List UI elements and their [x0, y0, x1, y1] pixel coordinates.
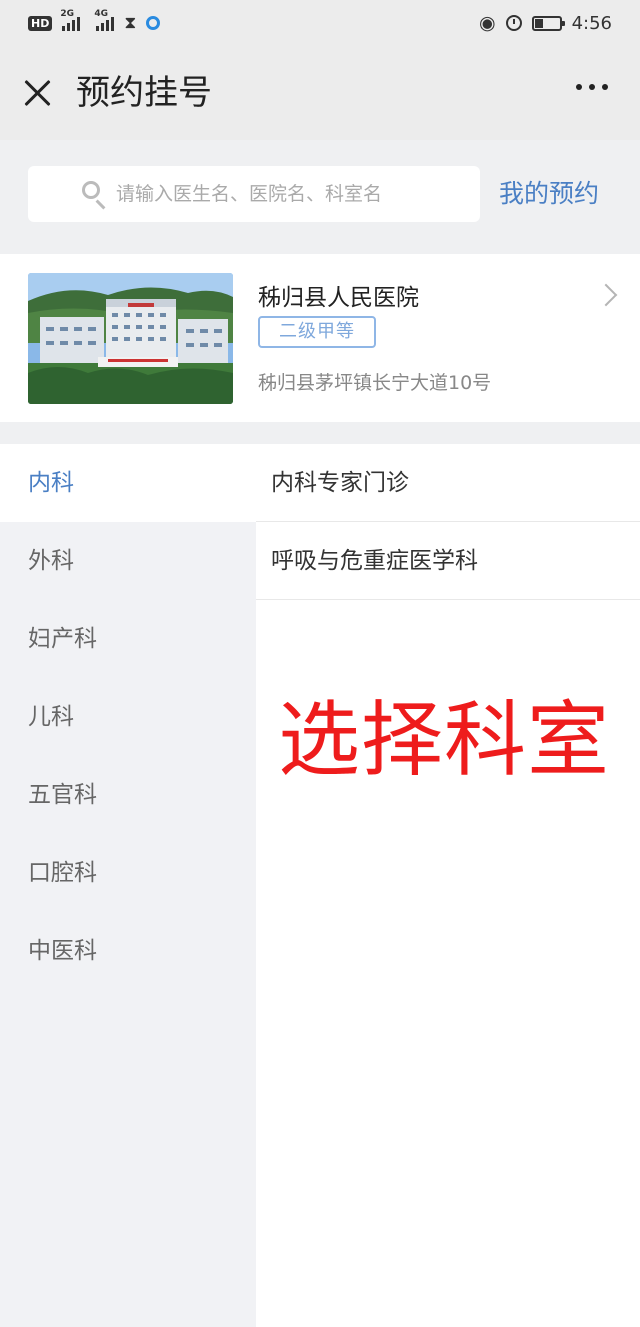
- my-appointments-link[interactable]: 我的预约: [499, 166, 599, 222]
- status-bar: HD 2G 4G ⧗ ◉ 4:56: [0, 0, 640, 46]
- category-item-internal-medicine[interactable]: 内科: [0, 444, 256, 522]
- hospital-photo: [28, 273, 233, 404]
- search-input[interactable]: 请输入医生名、医院名、科室名: [28, 166, 480, 222]
- category-item-obstetrics[interactable]: 妇产科: [0, 600, 256, 678]
- eye-icon: ◉: [478, 12, 496, 34]
- hospital-card[interactable]: 秭归县人民医院 二级甲等 秭归县茅坪镇长宁大道10号: [0, 254, 640, 422]
- search-area: 请输入医生名、医院名、科室名 我的预约: [0, 140, 640, 254]
- sub-department-list: 内科专家门诊 呼吸与危重症医学科: [256, 444, 640, 1327]
- signal-sim1-icon: 2G: [60, 9, 81, 31]
- category-item-tcm[interactable]: 中医科: [0, 912, 256, 990]
- section-divider: [0, 422, 640, 444]
- search-placeholder: 请输入医生名、医院名、科室名: [116, 183, 383, 205]
- hospital-name: 秭归县人民医院: [258, 285, 419, 311]
- department-category-list: 内科 外科 妇产科 儿科 五官科 口腔科 中医科: [0, 444, 256, 1327]
- department-row[interactable]: 呼吸与危重症医学科: [256, 522, 640, 600]
- hd-voice-icon: HD: [28, 15, 53, 31]
- annotation-overlay: 选择科室: [278, 693, 611, 788]
- alarm-icon: [505, 15, 522, 31]
- chevron-right-icon: [594, 283, 618, 307]
- category-item-stomatology[interactable]: 口腔科: [0, 834, 256, 912]
- hospital-level-badge: 二级甲等: [258, 316, 376, 348]
- hospital-address: 秭归县茅坪镇长宁大道10号: [258, 372, 492, 394]
- page-title: 预约挂号: [76, 73, 212, 113]
- status-bar-right: ◉ 4:56: [479, 10, 612, 36]
- department-row[interactable]: 内科专家门诊: [256, 444, 640, 522]
- signal-sim2-icon: 4G: [94, 9, 115, 31]
- app-notification-icon: [146, 16, 161, 30]
- battery-icon: [531, 15, 565, 31]
- category-item-surgery[interactable]: 外科: [0, 522, 256, 600]
- close-icon[interactable]: [20, 76, 54, 110]
- search-icon: [82, 181, 100, 199]
- category-item-pediatrics[interactable]: 儿科: [0, 678, 256, 756]
- status-time: 4:56: [571, 12, 612, 34]
- nav-bar: 预约挂号: [0, 46, 640, 140]
- category-item-ent[interactable]: 五官科: [0, 756, 256, 834]
- hourglass-icon: ⧗: [124, 13, 137, 33]
- status-bar-left: HD 2G 4G ⧗: [28, 9, 161, 36]
- more-options-icon[interactable]: [576, 84, 608, 90]
